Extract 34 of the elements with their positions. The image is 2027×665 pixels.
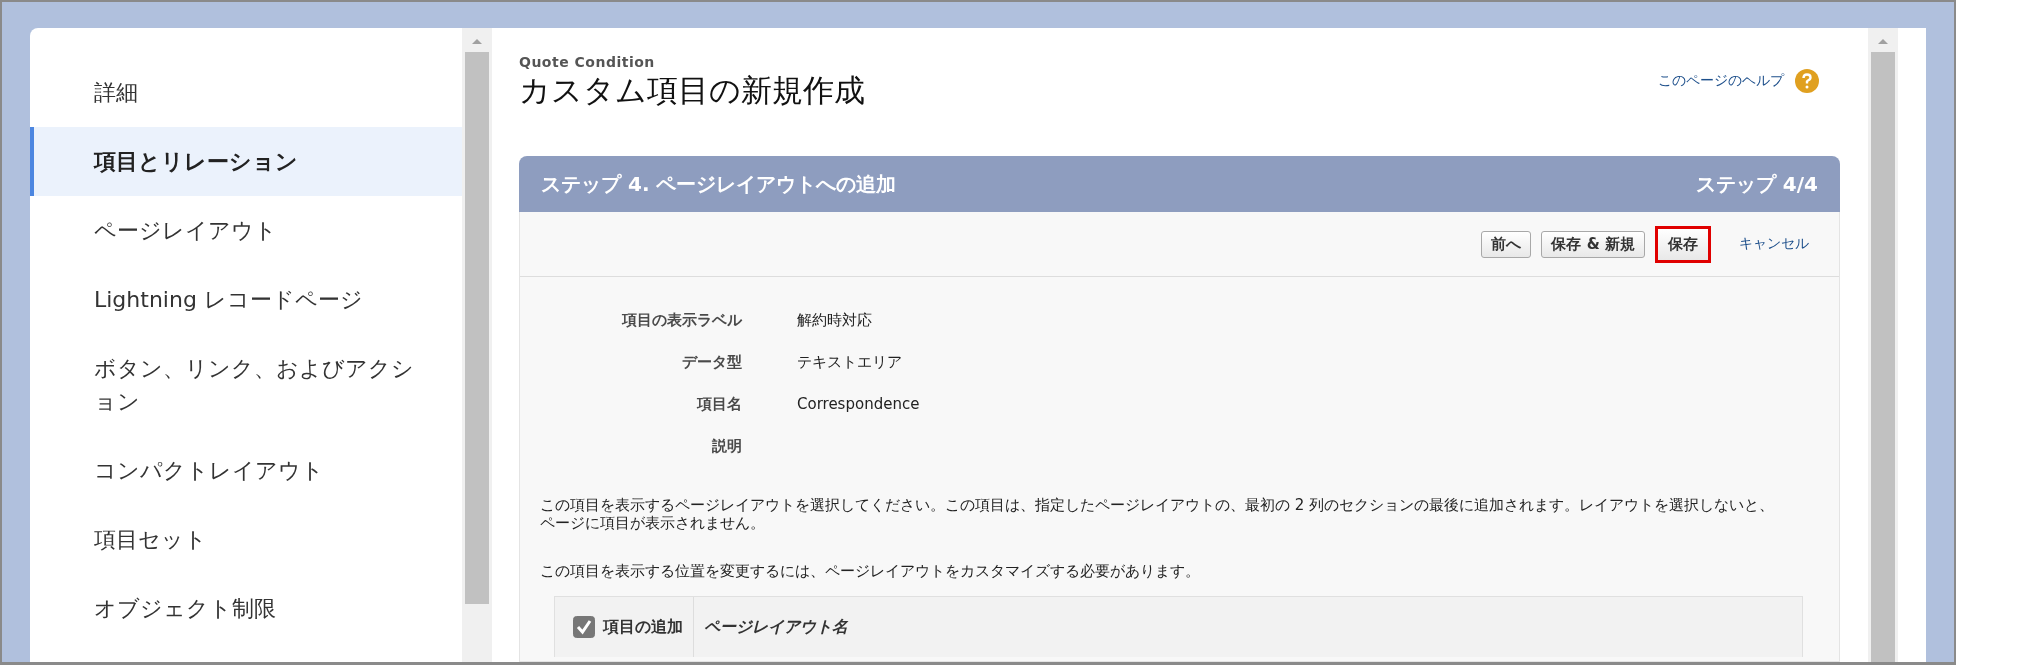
field-label: 項目名 <box>695 395 742 414</box>
scroll-up-icon[interactable] <box>470 36 484 46</box>
sidebar-item[interactable]: オブジェクト制限 <box>30 574 462 643</box>
scrollbar[interactable] <box>1868 28 1898 662</box>
sidebar-item[interactable]: 詳細 <box>30 58 462 127</box>
help-icon[interactable] <box>1794 68 1820 94</box>
page-title: カスタム項目の新規作成 <box>519 71 865 110</box>
sidebar-item[interactable]: Lightning レコードページ <box>30 265 462 334</box>
sidebar-item[interactable]: 項目とリレーション <box>30 127 462 196</box>
column-header: 項目の追加 <box>603 616 683 638</box>
sidebar-item[interactable]: ボタン、リンク、およびアクション <box>30 334 462 436</box>
field-value: Correspondence <box>797 395 921 414</box>
instruction-text: この項目を表示するページレイアウトを選択してください。この項目は、指定したページレイアウトの、最初の 2 列のセクションの最後に追加されます。レイアウトを選択しないと、ページに項目が表示されません。 <box>540 496 1776 532</box>
sidebar-item[interactable]: ページレイアウト <box>30 196 462 265</box>
sidebar-item[interactable]: 項目セット <box>30 505 462 574</box>
field-label: 項目の表示ラベル <box>620 311 742 330</box>
instruction-text: この項目を表示する位置を変更するには、ページレイアウトをカスタマイズする必要があります。 <box>540 562 1201 580</box>
field-label: 説明 <box>711 437 742 456</box>
field-value: テキストエリア <box>797 353 903 372</box>
sidebar-item[interactable]: コンパクトレイアウト <box>30 436 462 505</box>
step-title: ステップ 4. ページレイアウトへの追加 <box>541 170 897 198</box>
highlighted-button[interactable]: 保存 <box>1655 225 1711 263</box>
object-name: Quote Condition <box>519 54 656 70</box>
action-button[interactable]: 保存 & 新規 <box>1541 230 1645 258</box>
scrollbar[interactable] <box>462 28 492 662</box>
column-header: ページレイアウト名 <box>703 616 848 638</box>
cancel-link[interactable]: キャンセル <box>1739 235 1809 253</box>
field-label: データ型 <box>681 353 742 372</box>
help-link[interactable]: このページのヘルプ <box>1658 72 1784 90</box>
field-value: 解約時対応 <box>797 311 873 330</box>
action-button[interactable]: 前へ <box>1481 230 1532 258</box>
checkbox[interactable] <box>573 616 595 638</box>
scroll-up-icon[interactable] <box>1876 36 1890 46</box>
step-counter: ステップ 4/4 <box>1695 170 1818 198</box>
